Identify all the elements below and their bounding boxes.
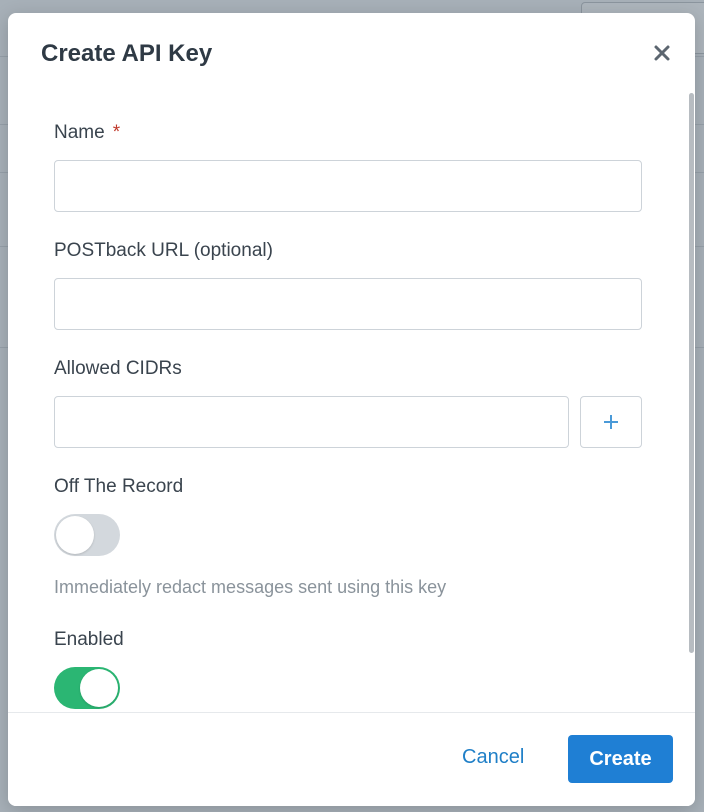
off-the-record-toggle[interactable] xyxy=(54,514,120,556)
off-the-record-help-text: Immediately redact messages sent using t… xyxy=(54,577,447,597)
required-marker: * xyxy=(112,122,121,143)
toggle-knob xyxy=(80,669,118,707)
toggle-knob xyxy=(56,516,94,554)
dialog-footer: Cancel Create xyxy=(8,712,695,806)
create-button[interactable]: Create xyxy=(568,735,673,783)
cancel-button[interactable]: Cancel xyxy=(462,746,524,769)
create-api-key-dialog: Create API Key Name * POSTback URL (optio… xyxy=(8,13,695,806)
off-the-record-label: Off The Record xyxy=(54,476,184,497)
name-input[interactable] xyxy=(54,160,642,212)
postback-url-label: POSTback URL (optional) xyxy=(54,240,273,261)
add-cidr-button[interactable] xyxy=(580,396,642,448)
postback-url-input[interactable] xyxy=(54,278,642,330)
allowed-cidrs-input[interactable] xyxy=(54,396,569,448)
enabled-label: Enabled xyxy=(54,629,124,650)
plus-icon xyxy=(604,415,618,429)
name-label: Name * xyxy=(54,122,120,144)
close-icon xyxy=(654,45,670,61)
allowed-cidrs-label: Allowed CIDRs xyxy=(54,358,182,379)
name-label-text: Name xyxy=(54,122,105,143)
dialog-scrollbar[interactable] xyxy=(689,93,694,653)
enabled-toggle[interactable] xyxy=(54,667,120,709)
dialog-title: Create API Key xyxy=(41,40,213,67)
close-button[interactable] xyxy=(651,42,673,64)
